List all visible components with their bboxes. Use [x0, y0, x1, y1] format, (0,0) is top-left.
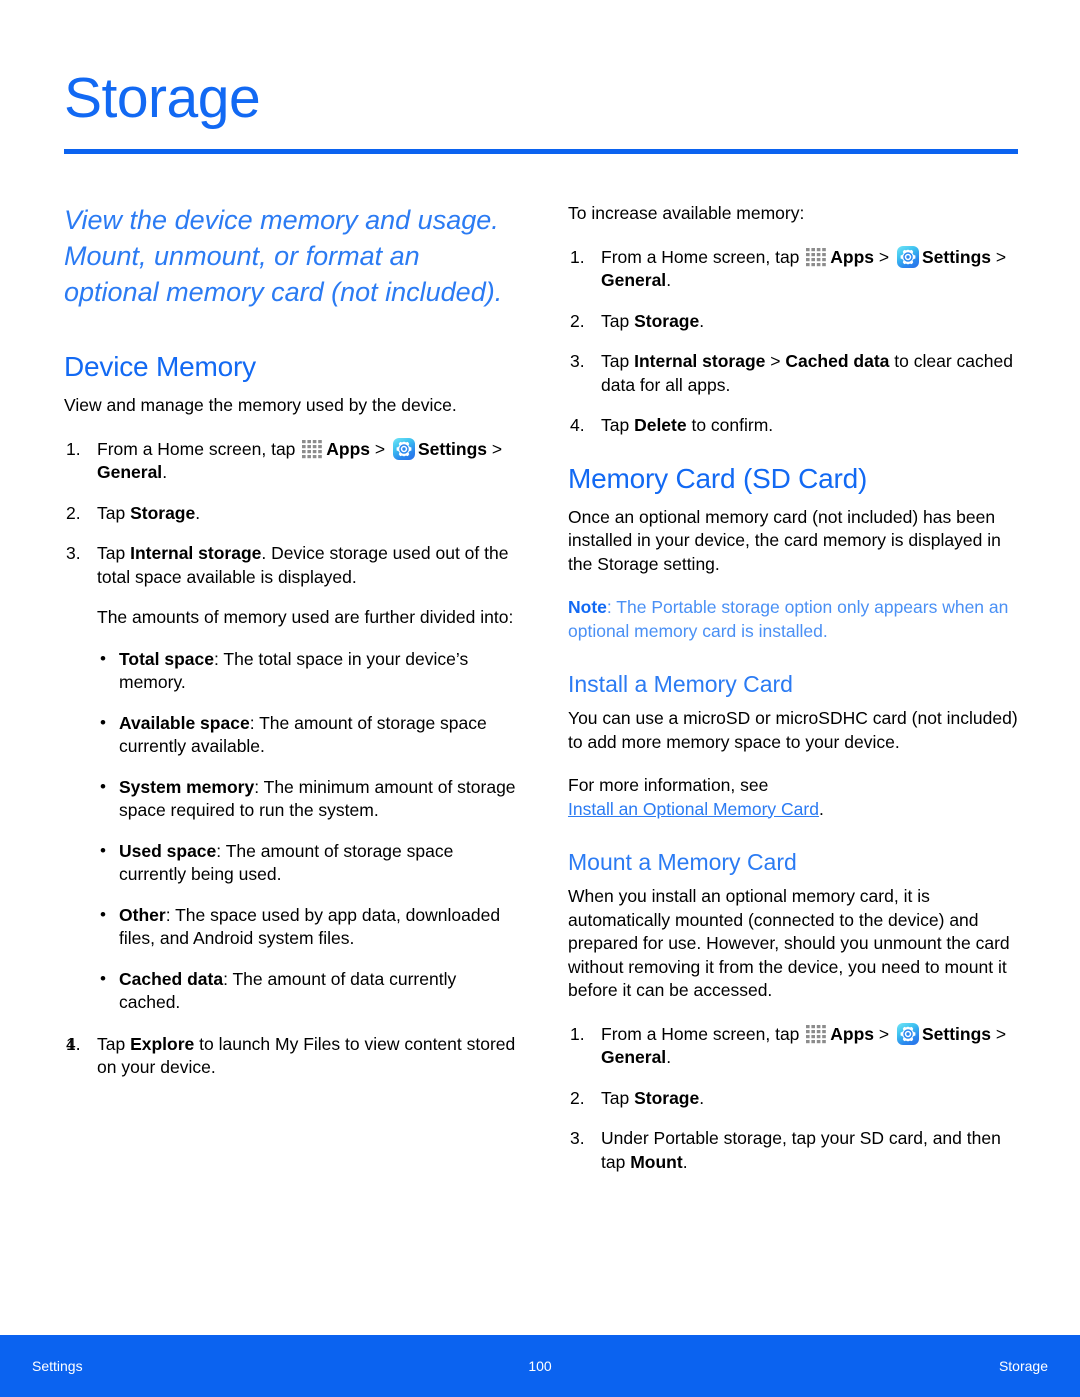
bullet-term: Other [119, 904, 166, 925]
step-emphasis: Mount [630, 1151, 683, 1172]
step-emphasis: General [601, 1047, 667, 1067]
list-item: 4. Tap Explore to launch My Files to view… [66, 1033, 516, 1078]
step-emphasis: Apps [830, 1023, 875, 1044]
settings-gear-icon [896, 1022, 919, 1045]
list-item: Tap Storage. [570, 1087, 705, 1110]
list-item: Available space: The amount of storage s… [97, 711, 516, 759]
step-emphasis: Internal storage [130, 543, 262, 563]
heading-install-memory-card: Install a Memory Card [568, 671, 793, 697]
see-also-prefix: For more information, see [568, 775, 769, 795]
memory-type-bullets: Total space: The total space in your dev… [97, 647, 516, 1015]
bullet-term: Total space [119, 648, 214, 669]
apps-grid-icon [806, 247, 827, 267]
step-emphasis: Storage [634, 1087, 700, 1108]
list-item: Other: The space used by app data, downl… [97, 903, 516, 951]
step-emphasis: General [601, 270, 667, 290]
device-memory-last-step: 4. Tap Explore to launch My Files to view… [64, 1033, 516, 1080]
chapter-intro-text: View the device memory and usage. Mount,… [64, 205, 503, 307]
page-header: Storage [64, 70, 1018, 154]
step-emphasis: Settings [417, 438, 488, 459]
step-emphasis: Cached data [785, 351, 890, 371]
title-divider-rule [64, 149, 1018, 154]
list-item: From a Home screen, tap Apps > Settings … [570, 245, 1007, 290]
list-item: Tap Delete to confirm. [570, 414, 774, 437]
heading-device-memory: Device Memory [64, 351, 256, 382]
step-emphasis: Apps [830, 246, 875, 267]
memory-divided-intro: The amounts of memory used are further d… [97, 607, 514, 627]
memory-divided-intro-block: The amounts of memory used are further d… [64, 606, 516, 630]
bullet-term: System memory [119, 776, 255, 797]
apps-grid-icon [302, 439, 323, 459]
mount-card-steps: From a Home screen, tap Apps > Settings … [568, 1022, 1020, 1175]
heading-memory-card: Memory Card (SD Card) [568, 462, 868, 494]
device-memory-steps: From a Home screen, tap Apps > Settings … [64, 437, 516, 590]
list-item: Tap Storage. [66, 502, 201, 525]
install-card-body: You can use a microSD or microSDHC card … [568, 708, 1018, 752]
list-item: Tap Internal storage > Cached data to cl… [570, 350, 1013, 395]
list-item: Cached data: The amount of data currentl… [97, 967, 516, 1015]
increase-memory-steps: From a Home screen, tap Apps > Settings … [568, 245, 1020, 438]
step-emphasis: Explore [130, 1033, 195, 1054]
link-install-optional-memory-card[interactable]: Install an Optional Memory Card [568, 799, 819, 819]
list-item: Used space: The amount of storage space … [97, 839, 516, 887]
note-label: Note [568, 597, 607, 617]
bullet-term: Used space [119, 840, 217, 861]
step-emphasis: Delete [634, 415, 687, 435]
memory-bullets-block: Total space: The total space in your dev… [64, 647, 516, 1015]
settings-gear-icon [896, 245, 919, 268]
step-emphasis: Storage [634, 310, 700, 331]
heading-mount-memory-card: Mount a Memory Card [568, 849, 797, 875]
left-column: View the device memory and usage. Mount,… [64, 202, 516, 1097]
mount-card-body: When you install an optional memory card… [568, 886, 1010, 1000]
list-item: Under Portable storage, tap your SD card… [570, 1127, 1001, 1172]
right-column: To increase available memory: From a Hom… [568, 202, 1020, 1191]
apps-grid-icon [806, 1024, 827, 1044]
step-emphasis: Settings [921, 1023, 992, 1044]
list-item: Tap Internal storage. Device storage use… [66, 542, 509, 587]
device-memory-intro: View and manage the memory used by the d… [64, 395, 457, 415]
two-column-body: View the device memory and usage. Mount,… [0, 202, 1080, 1312]
list-item: From a Home screen, tap Apps > Settings … [570, 1022, 1007, 1067]
list-item-number: 4. [66, 1033, 81, 1054]
step-emphasis: Internal storage [634, 351, 766, 371]
list-item: Tap Storage. [570, 310, 705, 333]
step-emphasis: General [97, 462, 163, 482]
list-item: System memory: The minimum amount of sto… [97, 775, 516, 823]
footer-page-number: 100 [528, 1358, 552, 1374]
memory-card-note: Note: The Portable storage option only a… [568, 596, 1020, 643]
step-emphasis: Storage [130, 502, 196, 523]
note-body: : The Portable storage option only appea… [568, 597, 1009, 641]
page-footer: Settings 100 Storage [0, 1335, 1080, 1397]
page-title: Storage [64, 66, 261, 130]
footer-topic-label: Storage [998, 1358, 1048, 1374]
list-item: From a Home screen, tap Apps > Settings … [66, 437, 503, 482]
bullet-term: Cached data [119, 968, 224, 989]
memory-card-intro: Once an optional memory card (not includ… [568, 506, 1001, 574]
bullet-term: Available space [119, 712, 250, 733]
step-emphasis: Settings [921, 246, 992, 267]
increase-memory-intro: To increase available memory: [568, 203, 805, 223]
bullet-description: : The space used by app data, downloaded… [119, 904, 501, 949]
see-also-suffix: . [818, 798, 824, 819]
list-item: Total space: The total space in your dev… [97, 647, 516, 695]
settings-gear-icon [392, 437, 415, 460]
step-emphasis: Apps [326, 438, 371, 459]
install-card-see-also: For more information, see Install an Opti… [568, 774, 1020, 821]
